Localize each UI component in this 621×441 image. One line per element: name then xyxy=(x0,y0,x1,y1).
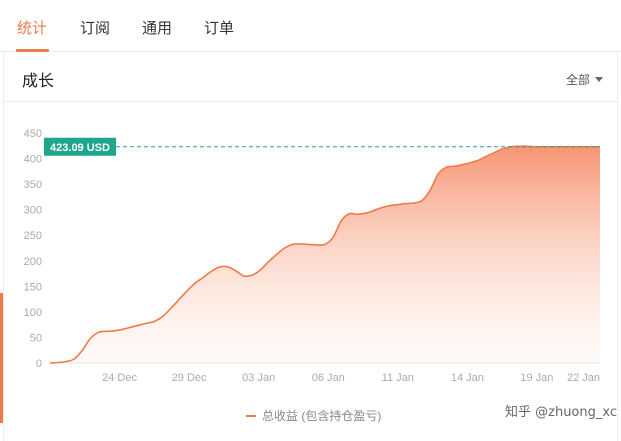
chart-legend[interactable]: 总收益 (包含持仓盈亏) xyxy=(246,407,381,424)
y-tick-label: 450 xyxy=(24,128,42,140)
x-tick-label: 29 Dec xyxy=(172,372,207,384)
x-tick-label: 22 Jan xyxy=(567,372,600,384)
x-tick-label: 19 Jan xyxy=(520,372,553,384)
y-tick-label: 400 xyxy=(24,154,42,166)
current-value-badge: 423.09 USD xyxy=(44,137,116,156)
x-tick-label: 11 Jan xyxy=(382,372,414,384)
growth-chart: 0 50 100 150 200 250 300 350 400 450 24 Dec 29 Dec… xyxy=(24,128,600,384)
y-tick-label: 250 xyxy=(24,230,42,242)
watermark: 知乎 @zhuong_xc xyxy=(505,405,617,420)
y-tick-label: 200 xyxy=(24,256,42,268)
x-tick-label: 24 Dec xyxy=(102,372,137,384)
legend-label: 总收益 (包含持仓盈亏) xyxy=(262,409,382,423)
x-axis: 24 Dec 29 Dec 03 Jan 06 Jan 11 Jan 14 Jan 19 J… xyxy=(102,372,600,384)
legend-line-icon xyxy=(246,414,256,417)
y-tick-label: 50 xyxy=(30,332,42,344)
current-value-label: 423.09 USD xyxy=(50,142,110,154)
y-tick-label: 300 xyxy=(24,205,42,217)
y-tick-label: 150 xyxy=(24,281,42,293)
x-tick-label: 03 Jan xyxy=(242,372,275,384)
y-tick-label: 350 xyxy=(24,179,42,191)
y-tick-label: 0 xyxy=(36,358,42,370)
series-area xyxy=(50,146,600,363)
y-tick-label: 100 xyxy=(24,307,42,319)
x-tick-label: 14 Jan xyxy=(451,372,484,384)
x-tick-label: 06 Jan xyxy=(312,372,345,384)
